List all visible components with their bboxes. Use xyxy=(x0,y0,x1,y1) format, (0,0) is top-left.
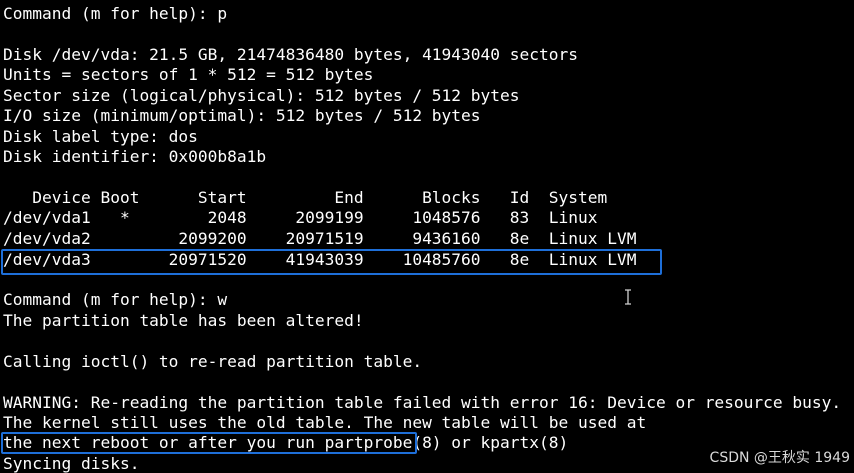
terminal-line-command-w: Command (m for help): w xyxy=(3,290,228,309)
partition-table-header: Device Boot Start End Blocks Id System xyxy=(3,188,608,207)
partition-row-vda3: /dev/vda3 20971520 41943039 10485760 8e … xyxy=(3,250,637,269)
terminal-line-kernel-old-table: The kernel still uses the old table. The… xyxy=(3,413,647,432)
terminal-line-syncing-disks: Syncing disks. xyxy=(3,454,140,473)
terminal-line-warning: WARNING: Re-reading the partition table … xyxy=(3,393,842,412)
partition-row-vda1: /dev/vda1 * 2048 2099199 1048576 83 Linu… xyxy=(3,208,598,227)
terminal-line-io-size: I/O size (minimum/optimal): 512 bytes / … xyxy=(3,106,481,125)
terminal-line-label-type: Disk label type: dos xyxy=(3,127,198,146)
terminal-window[interactable]: Command (m for help): p Disk /dev/vda: 2… xyxy=(0,0,854,473)
terminal-line-units: Units = sectors of 1 * 512 = 512 bytes xyxy=(3,65,374,84)
terminal-line-next-reboot: the next reboot or after you run partpro… xyxy=(3,433,569,452)
partition-row-vda2: /dev/vda2 2099200 20971519 9436160 8e Li… xyxy=(3,229,637,248)
terminal-line-calling-ioctl: Calling ioctl() to re-read partition tab… xyxy=(3,352,423,371)
terminal-line-sector-size: Sector size (logical/physical): 512 byte… xyxy=(3,86,520,105)
terminal-line-table-altered: The partition table has been altered! xyxy=(3,311,364,330)
terminal-line-disk-info: Disk /dev/vda: 21.5 GB, 21474836480 byte… xyxy=(3,45,578,64)
terminal-line-command-p: Command (m for help): p xyxy=(3,4,228,23)
terminal-line-disk-identifier: Disk identifier: 0x000b8a1b xyxy=(3,147,267,166)
text-cursor-icon xyxy=(625,289,631,305)
watermark: CSDN @王秋实 1949 xyxy=(709,450,850,466)
